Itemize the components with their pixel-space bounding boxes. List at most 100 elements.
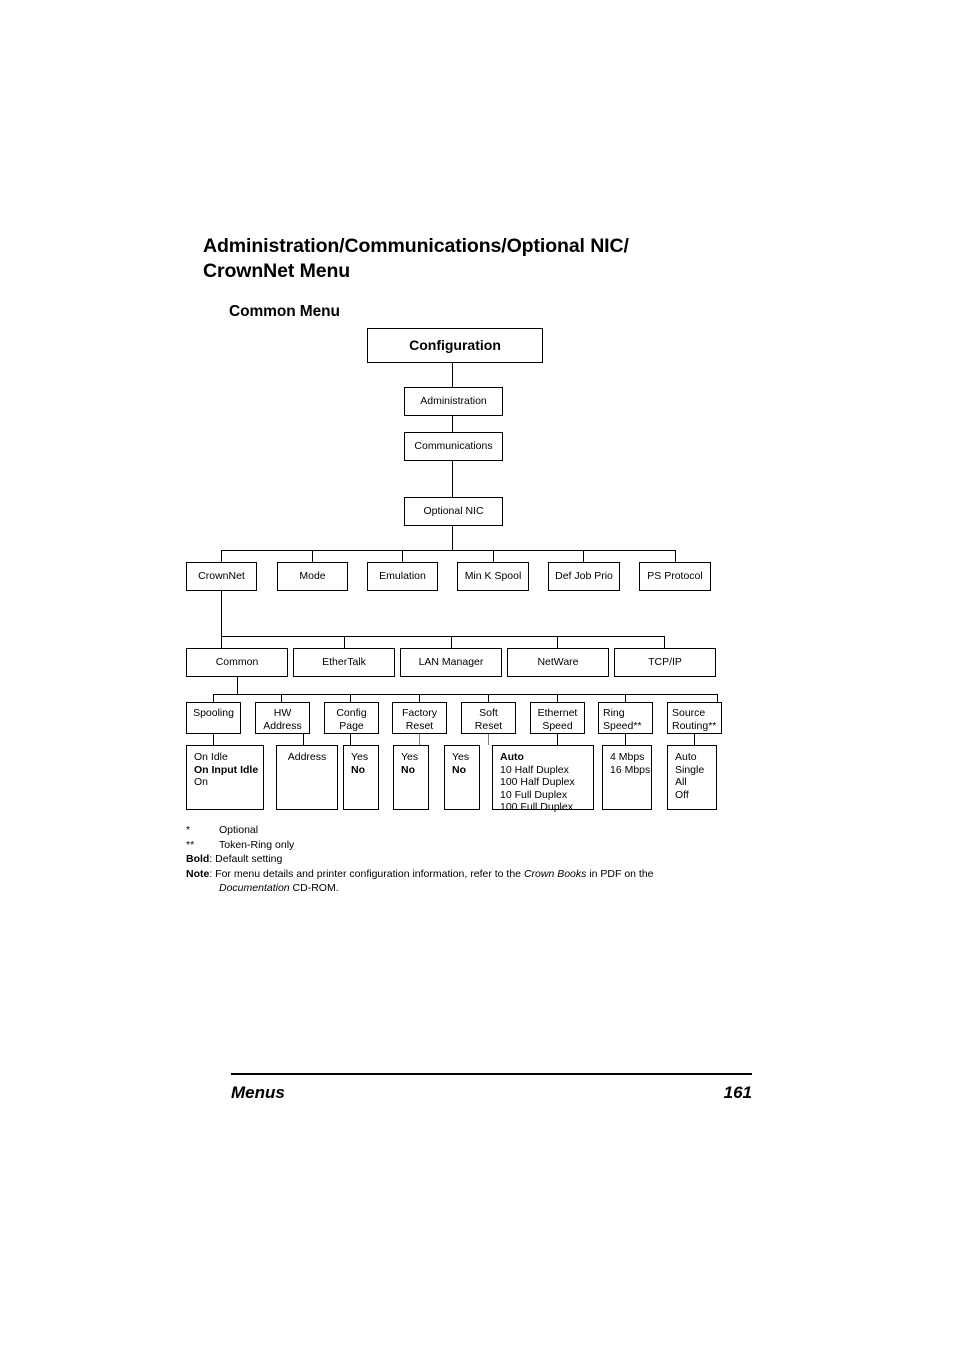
node-spooling: Spooling: [186, 702, 241, 734]
node-common: Common: [186, 648, 288, 677]
node-mode: Mode: [277, 562, 348, 591]
connector-drop-ring-speed: [625, 694, 627, 702]
connector-common-down: [237, 677, 239, 694]
value-item: All: [675, 776, 687, 789]
connector-root-to-administration: [452, 363, 454, 387]
connector-soft-reset-to-values: [488, 734, 490, 745]
value-box-factory-reset: Yes No: [393, 745, 429, 810]
node-soft-reset-line-2: Reset: [474, 719, 503, 732]
node-source-routing-line-1: Source: [672, 707, 706, 719]
value-item: Address: [287, 751, 327, 763]
footnote-note-text-1: : For menu details and printer configura…: [209, 867, 524, 880]
connector-drop-soft-reset: [488, 694, 490, 702]
node-ps-protocol: PS Protocol: [639, 562, 711, 591]
connector-crownnet-down: [221, 591, 223, 636]
node-def-job-prio: Def Job Prio: [548, 562, 620, 591]
node-hw-address-line-1: HW: [273, 707, 292, 719]
connector-config-page-to-values: [350, 734, 352, 745]
value-box-ring-speed: 4 Mbps 16 Mbps: [602, 745, 652, 810]
footnote-bold-text: : Default setting: [209, 853, 283, 866]
node-communications: Communications: [404, 432, 503, 461]
value-box-soft-reset: Yes No: [444, 745, 480, 810]
footnote-asterisk-text: Optional: [219, 824, 259, 836]
menu-tree-diagram: Configuration Administration Communicati…: [0, 0, 954, 1351]
value-item: On Input Idle: [194, 763, 259, 776]
connector-drop-ethertalk: [344, 636, 346, 648]
connector-bus-crownnet-children: [221, 636, 664, 638]
node-emulation: Emulation: [367, 562, 438, 591]
connector-drop-spooling: [213, 694, 215, 702]
node-config-page-line-1: Config: [336, 707, 367, 719]
connector-drop-factory-reset: [419, 694, 421, 702]
connector-administration-to-communications: [452, 416, 454, 432]
footnote-note: Note: For menu details and printer confi…: [186, 867, 786, 896]
footnote-note-italic-1: Crown Books: [523, 867, 587, 880]
footer-divider: [231, 1073, 752, 1075]
value-item: Auto: [500, 751, 524, 763]
value-item: On: [194, 776, 209, 789]
node-spooling-line-1: Spooling: [193, 707, 234, 719]
value-item: Yes: [401, 751, 419, 763]
node-ethertalk: EtherTalk: [293, 648, 395, 677]
value-box-hw-address: Address: [276, 745, 338, 810]
connector-ethernet-speed-to-values: [557, 734, 559, 745]
node-ethernet-speed-line-2: Speed: [542, 719, 573, 732]
connector-factory-reset-to-values: [419, 734, 421, 745]
value-item: No: [401, 763, 415, 776]
value-item: Yes: [351, 751, 369, 763]
connector-bus-nic-children: [221, 550, 676, 552]
connector-drop-emulation: [402, 550, 404, 562]
connector-ring-speed-to-values: [625, 734, 627, 745]
footnote-double-asterisk-text: Token-Ring only: [219, 838, 295, 851]
node-hw-address-line-2: Address: [263, 719, 302, 732]
footnote-token-ring: ** Token-Ring only: [186, 838, 786, 853]
connector-optional-nic-down: [452, 526, 454, 550]
node-lan-manager: LAN Manager: [400, 648, 502, 677]
value-item: Single: [675, 763, 705, 776]
footnotes: * Optional ** Token-Ring only Bold: Defa…: [186, 823, 786, 896]
document-page: Administration/Communications/Optional N…: [0, 0, 954, 1351]
node-ring-speed-line-2: Speed**: [603, 719, 642, 732]
node-source-routing-line-2: Routing**: [672, 719, 717, 732]
connector-drop-lan-manager: [451, 636, 453, 648]
node-hw-address: HW Address: [255, 702, 310, 734]
value-item: Yes: [452, 751, 470, 763]
footnote-note-italic-2: Documentation: [219, 882, 290, 895]
connector-hw-address-to-values: [303, 734, 305, 745]
connector-drop-ethernet-speed: [557, 694, 559, 702]
node-ring-speed-line-1: Ring: [603, 707, 625, 719]
value-box-spooling: On Idle On Input Idle On: [186, 745, 264, 810]
value-box-source-routing: Auto Single All Off: [667, 745, 717, 810]
footnote-double-asterisk-mark: **: [186, 838, 195, 851]
value-box-config-page: Yes No: [343, 745, 379, 810]
node-config-page-line-2: Page: [339, 719, 364, 732]
value-item: No: [351, 763, 365, 776]
node-soft-reset: Soft Reset: [461, 702, 516, 734]
node-ring-speed: Ring Speed**: [598, 702, 653, 734]
value-box-ethernet-speed: Auto 10 Half Duplex 100 Half Duplex 10 F…: [492, 745, 594, 813]
node-source-routing: Source Routing**: [667, 702, 722, 734]
value-item: Off: [675, 788, 689, 801]
footnote-bold-default: Bold: Default setting: [186, 852, 786, 867]
node-tcpip: TCP/IP: [614, 648, 716, 677]
footnote-asterisk-mark: *: [186, 824, 191, 836]
node-administration: Administration: [404, 387, 503, 416]
node-optional-nic: Optional NIC: [404, 497, 503, 526]
node-configuration: Configuration: [367, 328, 543, 363]
connector-spooling-to-values: [213, 734, 215, 745]
footnote-note-text-3: CD-ROM.: [289, 882, 339, 895]
connector-drop-hw-address: [281, 694, 283, 702]
value-item: 16 Mbps: [610, 763, 651, 776]
connector-drop-ps-protocol: [675, 550, 677, 562]
connector-drop-common: [221, 636, 223, 648]
footnote-note-mark: Note: [186, 867, 210, 880]
connector-drop-mode: [312, 550, 314, 562]
value-item: 10 Half Duplex: [500, 763, 569, 776]
node-factory-reset-line-1: Factory: [401, 707, 437, 719]
footnote-note-line-2: Documentation CD-ROM.: [186, 881, 786, 896]
node-config-page: Config Page: [324, 702, 379, 734]
value-item: On Idle: [194, 751, 228, 763]
node-ethernet-speed: Ethernet Speed: [530, 702, 585, 734]
footer-page-number: 161: [723, 1083, 752, 1102]
connector-source-routing-to-values: [694, 734, 696, 745]
